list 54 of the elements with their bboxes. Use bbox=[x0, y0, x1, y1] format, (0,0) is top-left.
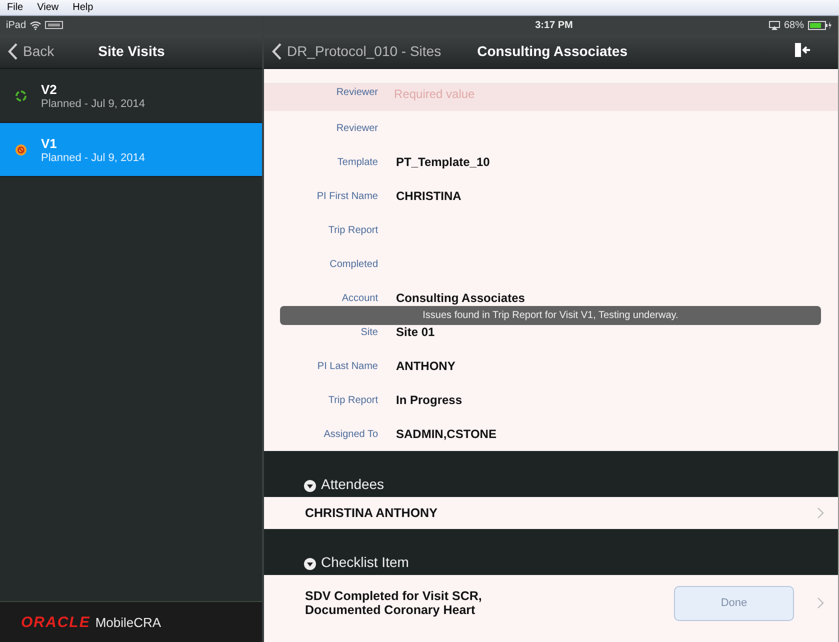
required-input-field[interactable]: Reviewer Required value bbox=[264, 84, 838, 111]
field-label: PI First Name bbox=[316, 190, 378, 202]
menu-item[interactable]: File bbox=[7, 2, 24, 13]
list-item-text[interactable]: CHRISTINA ANTHONY bbox=[305, 506, 535, 520]
wifi-icon bbox=[30, 20, 42, 30]
back-button[interactable]: Back bbox=[0, 42, 54, 60]
field-value: CHRISTINA bbox=[396, 189, 462, 203]
back-chevron-icon bbox=[272, 42, 282, 60]
battery-percent: 68% bbox=[784, 20, 804, 31]
field-label: Site bbox=[360, 326, 378, 338]
back-chevron-icon bbox=[8, 42, 18, 60]
section-title: Checklist Item bbox=[321, 554, 409, 570]
status-time: 3:17 PM bbox=[535, 20, 573, 30]
field-label: Template bbox=[336, 156, 378, 168]
progress-ring-icon bbox=[15, 90, 27, 102]
exit-icon[interactable] bbox=[794, 42, 811, 58]
field-value: Consulting Associates bbox=[396, 291, 525, 305]
chevron-right-icon[interactable] bbox=[817, 597, 824, 609]
visit-date: Planned - Jul 9, 2014 bbox=[41, 98, 145, 110]
field-label: Trip Report bbox=[327, 224, 378, 236]
field-label: Trip Report bbox=[327, 394, 378, 406]
page-title: Consulting Associates bbox=[477, 43, 628, 59]
warning-badge-icon bbox=[15, 144, 27, 156]
toast-message: Issues found in Trip Report for Visit V1, Testing underway. bbox=[280, 306, 821, 325]
input-field[interactable]: Required value bbox=[394, 87, 694, 101]
list-item-text[interactable]: SDV Completed for Visit SCR, Documented Coronary Heart bbox=[305, 589, 535, 617]
visit-name: V2 bbox=[41, 82, 58, 96]
field-label: PI Last Name bbox=[316, 360, 378, 372]
field-label: Reviewer bbox=[335, 122, 378, 134]
field-value: In Progress bbox=[396, 393, 462, 407]
product-name: MobileCRA bbox=[95, 614, 162, 630]
battery-charging-icon bbox=[808, 21, 832, 30]
field-label: Completed bbox=[328, 258, 378, 270]
section-title: Attendees bbox=[321, 476, 384, 492]
brand-logo: ORACLE bbox=[21, 614, 90, 630]
back-button[interactable]: DR_Protocol_010 - Sites bbox=[264, 42, 442, 60]
menu-item[interactable]: Help bbox=[72, 2, 94, 13]
visit-date: Planned - Jul 9, 2014 bbox=[41, 152, 145, 164]
device-name: iPad bbox=[6, 20, 26, 30]
field-label: Reviewer bbox=[335, 87, 378, 98]
sidebar-title: Site Visits bbox=[98, 43, 165, 59]
chevron-right-icon[interactable] bbox=[817, 507, 824, 519]
field-label: Assigned To bbox=[322, 428, 378, 440]
visit-name: V1 bbox=[41, 136, 58, 150]
vpn-icon bbox=[45, 21, 64, 29]
section-header[interactable]: Attendees bbox=[264, 451, 838, 497]
field-value: SADMIN,CSTONE bbox=[396, 427, 496, 441]
field-value: ANTHONY bbox=[396, 359, 456, 373]
field-value: PT_Template_10 bbox=[396, 155, 490, 169]
airplay-icon bbox=[768, 21, 780, 30]
field-value: Site 01 bbox=[396, 325, 435, 339]
menu-item[interactable]: View bbox=[37, 2, 59, 13]
field-label: Account bbox=[340, 292, 378, 304]
section-header[interactable]: Checklist Item bbox=[264, 529, 838, 575]
